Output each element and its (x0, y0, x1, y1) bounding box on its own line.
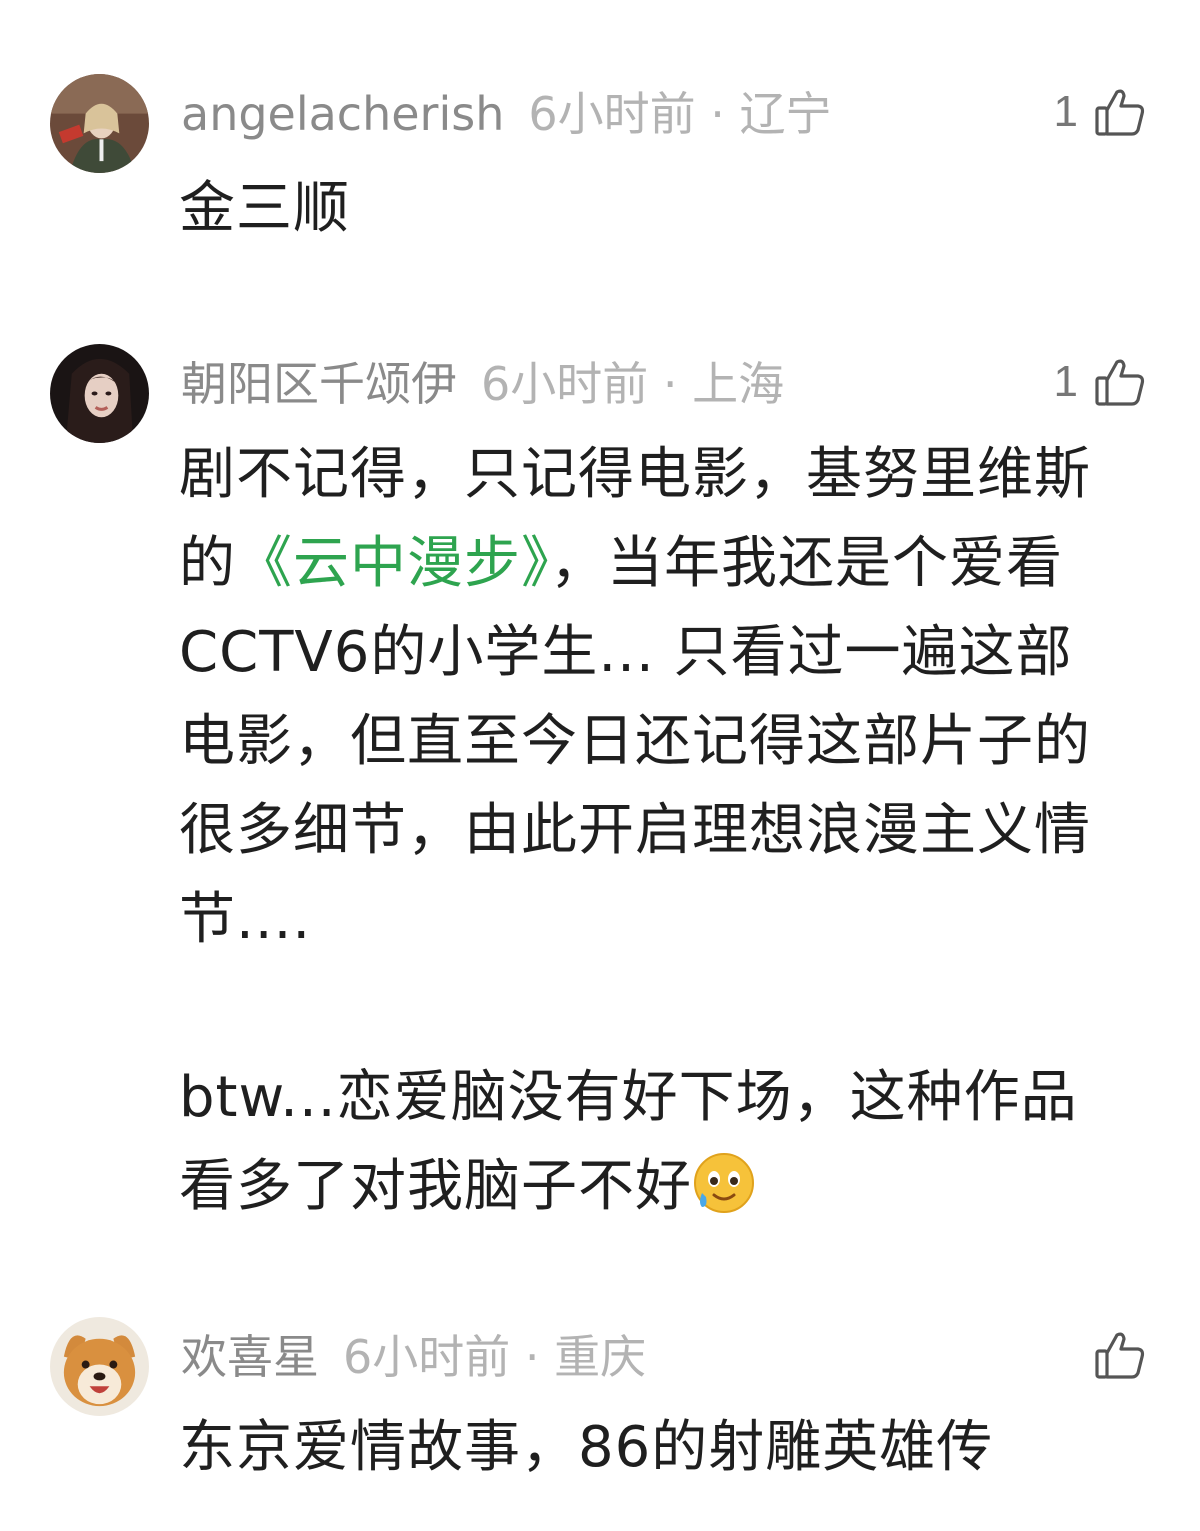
like-button[interactable]: 1 (1054, 350, 1148, 414)
location: 上海 (692, 357, 785, 411)
separator: · (524, 1330, 540, 1384)
thumbs-up-icon (1092, 354, 1148, 410)
timestamp: 6小时前 (528, 87, 696, 141)
like-button[interactable]: 1 (1054, 80, 1148, 144)
thumbs-up-icon (1092, 84, 1148, 140)
timestamp: 6小时前 (343, 1330, 511, 1384)
comment-meta: 欢喜星 6小时前 · 重庆 (181, 1327, 646, 1387)
separator: · (710, 87, 725, 141)
separator: · (662, 357, 678, 411)
crying-smile-emoji-icon (692, 1153, 756, 1219)
comment-paragraph: 剧不记得，只记得电影，基努里维斯的《云中漫步》，当年我还是个爱看CCTV6的小学… (179, 430, 1129, 964)
comment-meta: 朝阳区千颂伊 6小时前 · 上海 (181, 354, 784, 414)
like-count: 1 (1053, 87, 1078, 136)
username[interactable]: angelacherish (181, 87, 504, 141)
comment-text: 金三顺 (179, 164, 1129, 253)
location: 辽宁 (739, 87, 832, 141)
comment-item: 欢喜星 6小时前 · 重庆 东京爱情故事，86的射雕英雄传 (0, 1317, 1200, 1531)
comment-item: angelacherish 6小时前 · 辽宁 1 金三顺 (0, 74, 1200, 274)
comment-item: 朝阳区千颂伊 6小时前 · 上海 1 剧不记得，只记得电影，基努里维斯的《云中漫步… (0, 344, 1200, 1224)
thumbs-up-icon (1092, 1327, 1148, 1383)
comment-body: 东京爱情故事，86的射雕英雄传 (179, 1415, 994, 1480)
avatar[interactable] (50, 74, 149, 173)
avatar[interactable] (50, 1317, 149, 1416)
comment-paragraph: btw...恋爱脑没有好下场，这种作品看多了对我脑子不好 (179, 1053, 1129, 1231)
time-location: 6小时前 · 上海 (481, 357, 784, 411)
username[interactable]: 欢喜星 (181, 1330, 319, 1384)
time-location: 6小时前 · 重庆 (343, 1330, 646, 1384)
location: 重庆 (554, 1330, 647, 1384)
topic-link[interactable]: 《云中漫步》 (236, 531, 550, 596)
timestamp: 6小时前 (481, 357, 649, 411)
comment-text-part: btw...恋爱脑没有好下场，这种作品看多了对我脑子不好 (179, 1065, 1078, 1219)
comment-meta: angelacherish 6小时前 · 辽宁 (181, 84, 832, 144)
username[interactable]: 朝阳区千颂伊 (181, 357, 457, 411)
time-location: 6小时前 · 辽宁 (528, 87, 831, 141)
comment-text: 东京爱情故事，86的射雕英雄传 (179, 1403, 1129, 1492)
comment-body: 金三顺 (179, 176, 350, 241)
comment-text: 剧不记得，只记得电影，基努里维斯的《云中漫步》，当年我还是个爱看CCTV6的小学… (179, 430, 1129, 1231)
like-count: 1 (1053, 357, 1078, 406)
avatar[interactable] (50, 344, 149, 443)
like-button[interactable] (1078, 1323, 1148, 1387)
